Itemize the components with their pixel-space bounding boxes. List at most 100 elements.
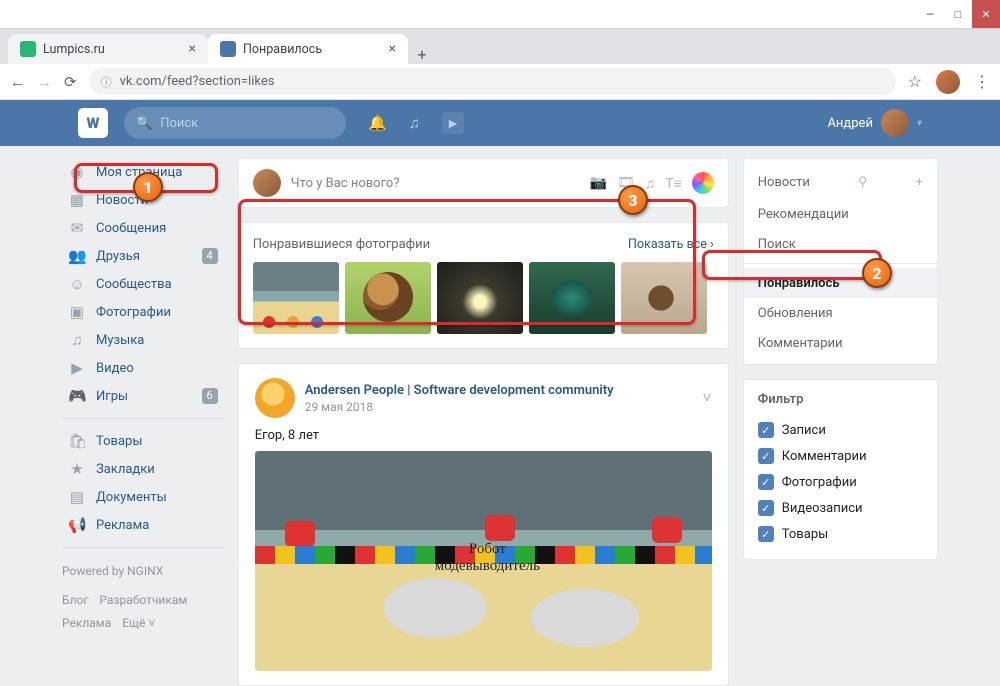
sidebar-label: Товары (96, 434, 142, 449)
avatar-icon (881, 109, 909, 137)
filter-label: Фотографии (782, 475, 857, 490)
footer-link[interactable]: Разработчикам (99, 593, 187, 607)
browser-tab[interactable]: Lumpics.ru × (8, 34, 208, 64)
search-input[interactable]: 🔍 Поиск (124, 107, 346, 139)
profile-avatar-icon[interactable] (936, 70, 960, 94)
sidebar-item-music[interactable]: ♫ Музыка (62, 326, 224, 354)
sidebar-label: Музыка (96, 333, 144, 348)
close-tab-icon[interactable]: × (389, 41, 396, 57)
vk-logo-icon[interactable]: W (78, 108, 108, 138)
photo-thumbnail[interactable] (437, 262, 523, 334)
add-icon[interactable]: + (916, 175, 923, 190)
rnav-item-comments[interactable]: Комментарии (744, 328, 937, 358)
messages-icon: ✉ (68, 219, 86, 237)
composer[interactable]: Что у Вас нового? 📷 🎞 ♫ T≡ (238, 158, 729, 208)
photo-thumbnail[interactable] (253, 262, 339, 334)
filter-block: Фильтр ✓Записи ✓Комментарии ✓Фотографии … (743, 379, 938, 560)
sidebar-label: Друзья (96, 249, 140, 264)
checkbox-icon[interactable]: ✓ (758, 500, 774, 516)
username-label: Андрей (827, 116, 873, 131)
url-text: vk.com/feed?section=likes (120, 74, 275, 89)
filter-icon[interactable]: ⚲ (858, 175, 868, 190)
window-minimize[interactable]: — (916, 0, 944, 28)
music-icon[interactable]: ♫ (409, 114, 420, 132)
photo-thumbnail[interactable] (529, 262, 615, 334)
footer-link[interactable]: Реклама (62, 616, 111, 630)
annotation-number: 1 (133, 172, 163, 202)
photo-thumbnail[interactable] (345, 262, 431, 334)
url-input[interactable]: ⓘ vk.com/feed?section=likes (89, 68, 896, 95)
filter-row[interactable]: ✓ Комментарии (758, 443, 923, 469)
notifications-icon[interactable]: 🔔 (368, 114, 387, 132)
forward-icon: → (37, 73, 52, 91)
sidebar-item-bookmarks[interactable]: ★Закладки (62, 455, 224, 483)
filter-row[interactable]: ✓Записи (758, 417, 923, 443)
photo-thumbnail[interactable] (621, 262, 707, 334)
sidebar-item-docs[interactable]: ▤Документы (62, 483, 224, 511)
post: Andersen People | Software development c… (238, 363, 729, 686)
chevron-down-icon[interactable]: ˅ (702, 388, 711, 408)
sidebar-item-messages[interactable]: ✉ Сообщения (62, 214, 224, 242)
composer-placeholder: Что у Вас нового? (291, 176, 580, 191)
bookmark-star-icon[interactable]: ☆ (908, 72, 922, 91)
checkbox-icon[interactable]: ✓ (758, 448, 774, 464)
browser-addressbar: ← → ⟳ ⓘ vk.com/feed?section=likes ☆ ⋮ (0, 64, 1000, 100)
show-all-link[interactable]: Показать все › (628, 237, 714, 252)
photos-icon: ▣ (68, 303, 86, 321)
back-icon[interactable]: ← (10, 73, 25, 91)
text-format-icon[interactable]: T≡ (665, 175, 682, 192)
palette-icon[interactable] (692, 172, 714, 194)
sidebar-item-ads[interactable]: 📢Реклама (62, 511, 224, 539)
sidebar-item-photos[interactable]: ▣Фотографии (62, 298, 224, 326)
filter-row[interactable]: ✓ Фотографии (758, 469, 923, 495)
rnav-item-recommend[interactable]: Рекомендации (744, 199, 937, 229)
browser-tabbar: Lumpics.ru × Понравилось × + (0, 29, 1000, 64)
sidebar-footer: Powered by NGINX Блог Разработчикам Рекл… (62, 560, 224, 634)
sidebar-item-communities[interactable]: ☺Сообщества (62, 270, 224, 298)
user-menu[interactable]: Андрей ▾ (827, 109, 922, 137)
liked-photos-block: Понравившиеся фотографии Показать все › (238, 222, 729, 349)
new-tab-button[interactable]: + (408, 45, 436, 64)
filter-label: Видеозаписи (782, 501, 863, 516)
checkbox-icon[interactable]: ✓ (758, 526, 774, 542)
sidebar-label: Игры (96, 389, 128, 404)
rnav-item-updates[interactable]: Обновления (744, 298, 937, 328)
video-icon: ▶ (68, 359, 86, 377)
sidebar-item-market[interactable]: 🛍Товары (62, 427, 224, 455)
window-titlebar: — □ ✕ (0, 0, 1000, 29)
friends-icon: 👥 (68, 247, 86, 265)
communities-icon: ☺ (68, 275, 86, 293)
music-attach-icon[interactable]: ♫ (645, 175, 656, 192)
post-date[interactable]: 29 мая 2018 (305, 400, 614, 414)
camera-icon[interactable]: 📷 (590, 175, 607, 191)
liked-heading: Понравившиеся фотографии (253, 237, 430, 252)
bookmarks-icon: ★ (68, 460, 86, 478)
left-sidebar: ◉Моя страница ▦Новости ✉Сообщения 👥Друзь… (62, 158, 224, 686)
tab-title: Понравилось (243, 42, 322, 57)
menu-dots-icon[interactable]: ⋮ (974, 72, 990, 91)
post-image[interactable] (255, 451, 712, 671)
sidebar-item-games[interactable]: 🎮Игры6 (62, 382, 224, 410)
window-maximize[interactable]: □ (944, 0, 972, 28)
rnav-item-search[interactable]: Поиск (744, 229, 937, 259)
post-author[interactable]: Andersen People | Software development c… (305, 383, 614, 398)
author-avatar-icon[interactable] (255, 378, 295, 418)
rnav-heading[interactable]: Новости (758, 175, 810, 190)
footer-link[interactable]: Блог (62, 593, 88, 607)
close-tab-icon[interactable]: × (189, 41, 196, 57)
sidebar-item-video[interactable]: ▶Видео (62, 354, 224, 382)
filter-label: Комментарии (782, 449, 867, 464)
checkbox-icon[interactable]: ✓ (758, 474, 774, 490)
rnav-item-liked[interactable]: Понравилось (744, 268, 937, 298)
filter-row[interactable]: ✓ Видеозаписи (758, 495, 923, 521)
sidebar-item-friends[interactable]: 👥Друзья4 (62, 242, 224, 270)
window-close[interactable]: ✕ (972, 0, 1000, 28)
reload-icon[interactable]: ⟳ (64, 73, 77, 91)
play-icon[interactable]: ▶ (442, 112, 464, 134)
checkbox-icon[interactable]: ✓ (758, 422, 774, 438)
sidebar-label: Сообщения (96, 221, 166, 236)
music-nav-icon: ♫ (68, 331, 86, 349)
footer-link[interactable]: Ещё ˅ (122, 616, 155, 630)
browser-tab-active[interactable]: Понравилось × (208, 34, 408, 64)
filter-row[interactable]: ✓Товары (758, 521, 923, 547)
